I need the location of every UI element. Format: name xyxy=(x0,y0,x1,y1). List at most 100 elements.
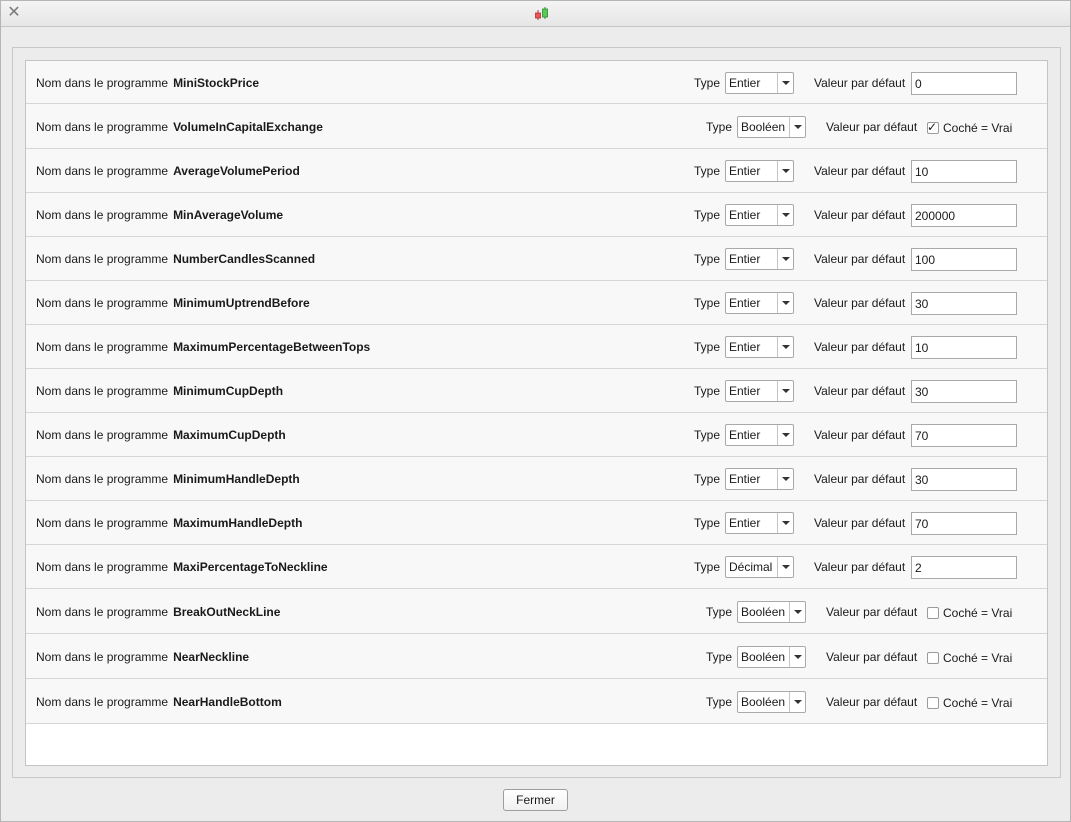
chevron-down-icon[interactable] xyxy=(777,205,793,225)
chevron-down-icon[interactable] xyxy=(777,73,793,93)
chevron-down-icon[interactable] xyxy=(789,602,805,622)
name-prefix-label: Nom dans le programme xyxy=(36,472,169,486)
type-select-value: Booléen xyxy=(741,605,786,619)
name-prefix-label: Nom dans le programme xyxy=(36,605,169,619)
variable-name-label: Nom dans le programme MinimumCupDepth xyxy=(36,384,283,398)
type-select[interactable]: Booléen xyxy=(737,601,806,623)
type-select-value: Entier xyxy=(729,296,761,310)
chevron-down-icon[interactable] xyxy=(777,469,793,489)
variable-name-label: Nom dans le programme MinimumHandleDepth xyxy=(36,472,300,486)
chevron-down-icon[interactable] xyxy=(777,249,793,269)
type-select[interactable]: Entier xyxy=(725,204,794,226)
name-prefix-label: Nom dans le programme xyxy=(36,120,169,134)
type-label: Type xyxy=(706,650,733,664)
type-select[interactable]: Entier xyxy=(725,72,794,94)
chevron-down-icon[interactable] xyxy=(789,692,805,712)
type-select[interactable]: Booléen xyxy=(737,691,806,713)
type-select[interactable]: Entier xyxy=(725,336,794,358)
default-value-label: Valeur par défaut xyxy=(814,560,906,574)
default-value-label: Valeur par défaut xyxy=(814,472,906,486)
variable-name: MaximumCupDepth xyxy=(173,428,286,442)
type-select-value: Entier xyxy=(729,516,761,530)
type-select-value: Décimal xyxy=(729,560,773,574)
default-value-label: Valeur par défaut xyxy=(814,76,906,90)
default-value-input[interactable] xyxy=(911,556,1017,579)
chevron-down-icon[interactable] xyxy=(789,647,805,667)
variable-name-label: Nom dans le programme MaximumCupDepth xyxy=(36,428,286,442)
type-select[interactable]: Entier xyxy=(725,160,794,182)
variable-name: NearNeckline xyxy=(173,650,250,664)
default-value-input[interactable] xyxy=(911,336,1017,359)
default-value-input[interactable] xyxy=(911,292,1017,315)
default-value-label: Valeur par défaut xyxy=(814,296,906,310)
variable-row: Nom dans le programme NearHandleBottom Typ… xyxy=(26,679,1047,724)
variable-name-label: Nom dans le programme MinAverageVolume xyxy=(36,208,283,222)
chevron-down-icon[interactable] xyxy=(777,293,793,313)
type-select-value: Entier xyxy=(729,428,761,442)
chevron-down-icon[interactable] xyxy=(789,117,805,137)
name-prefix-label: Nom dans le programme xyxy=(36,340,169,354)
chevron-down-icon[interactable] xyxy=(777,513,793,533)
type-select[interactable]: Booléen xyxy=(737,646,806,668)
close-icon[interactable]: ✕ xyxy=(7,5,21,21)
chevron-down-icon[interactable] xyxy=(777,425,793,445)
type-select[interactable]: Décimal xyxy=(725,556,794,578)
name-prefix-label: Nom dans le programme xyxy=(36,695,169,709)
chevron-down-icon[interactable] xyxy=(777,381,793,401)
chevron-down-icon[interactable] xyxy=(777,557,793,577)
type-select[interactable]: Entier xyxy=(725,424,794,446)
variable-name-label: Nom dans le programme VolumeInCapitalExch… xyxy=(36,120,323,134)
title-bar: ✕ xyxy=(1,1,1070,27)
variable-row: Nom dans le programme MaxiPercentageToNec… xyxy=(26,545,1047,589)
type-select[interactable]: Entier xyxy=(725,380,794,402)
type-select[interactable]: Entier xyxy=(725,292,794,314)
variable-name: MaximumPercentageBetweenTops xyxy=(173,340,371,354)
type-select-value: Entier xyxy=(729,384,761,398)
type-label: Type xyxy=(694,340,721,354)
default-value-label: Valeur par défaut xyxy=(826,650,918,664)
chevron-down-icon[interactable] xyxy=(777,337,793,357)
close-button[interactable]: Fermer xyxy=(503,789,568,811)
checkbox-label: Coché = Vrai xyxy=(943,606,1013,620)
chevron-down-icon[interactable] xyxy=(777,161,793,181)
type-select[interactable]: Entier xyxy=(725,248,794,270)
type-select-value: Entier xyxy=(729,208,761,222)
default-value-checkbox[interactable]: ✓ xyxy=(927,120,939,134)
default-value-input[interactable] xyxy=(911,248,1017,271)
default-value-input[interactable] xyxy=(911,468,1017,491)
type-select-value: Entier xyxy=(729,472,761,486)
candlestick-chart-icon xyxy=(535,7,548,20)
checkbox-label: Coché = Vrai xyxy=(943,121,1013,135)
default-value-input[interactable] xyxy=(911,424,1017,447)
variable-name-label: Nom dans le programme MaxiPercentageToNec… xyxy=(36,560,328,574)
variable-name: VolumeInCapitalExchange xyxy=(173,120,323,134)
default-value-input[interactable] xyxy=(911,160,1017,183)
type-select[interactable]: Entier xyxy=(725,468,794,490)
variable-name-label: Nom dans le programme MiniStockPrice xyxy=(36,76,259,90)
variable-list: Nom dans le programme MiniStockPrice Type E… xyxy=(25,60,1048,766)
default-value-input[interactable] xyxy=(911,72,1017,95)
variable-name: MaxiPercentageToNeckline xyxy=(173,560,328,574)
type-select[interactable]: Entier xyxy=(725,512,794,534)
default-value-input[interactable] xyxy=(911,204,1017,227)
variable-row: Nom dans le programme NearNeckline Type Boo… xyxy=(26,634,1047,679)
default-value-input[interactable] xyxy=(911,512,1017,535)
type-label: Type xyxy=(694,208,721,222)
name-prefix-label: Nom dans le programme xyxy=(36,428,169,442)
variable-name: MinimumCupDepth xyxy=(173,384,284,398)
variable-name: MinAverageVolume xyxy=(173,208,284,222)
variable-name: BreakOutNeckLine xyxy=(173,605,281,619)
variable-row: Nom dans le programme MinimumCupDepth Type… xyxy=(26,369,1047,413)
variable-row: Nom dans le programme MaximumHandleDepth T… xyxy=(26,501,1047,545)
name-prefix-label: Nom dans le programme xyxy=(36,208,169,222)
name-prefix-label: Nom dans le programme xyxy=(36,296,169,310)
default-value-checkbox[interactable] xyxy=(927,652,939,664)
type-select[interactable]: Booléen xyxy=(737,116,806,138)
default-value-checkbox[interactable] xyxy=(927,697,939,709)
default-value-input[interactable] xyxy=(911,380,1017,403)
variable-name-label: Nom dans le programme NearNeckline xyxy=(36,650,249,664)
default-value-checkbox[interactable] xyxy=(927,607,939,619)
type-label: Type xyxy=(694,76,721,90)
variable-name: MinimumHandleDepth xyxy=(173,472,300,486)
checkbox-label: Coché = Vrai xyxy=(943,696,1013,710)
